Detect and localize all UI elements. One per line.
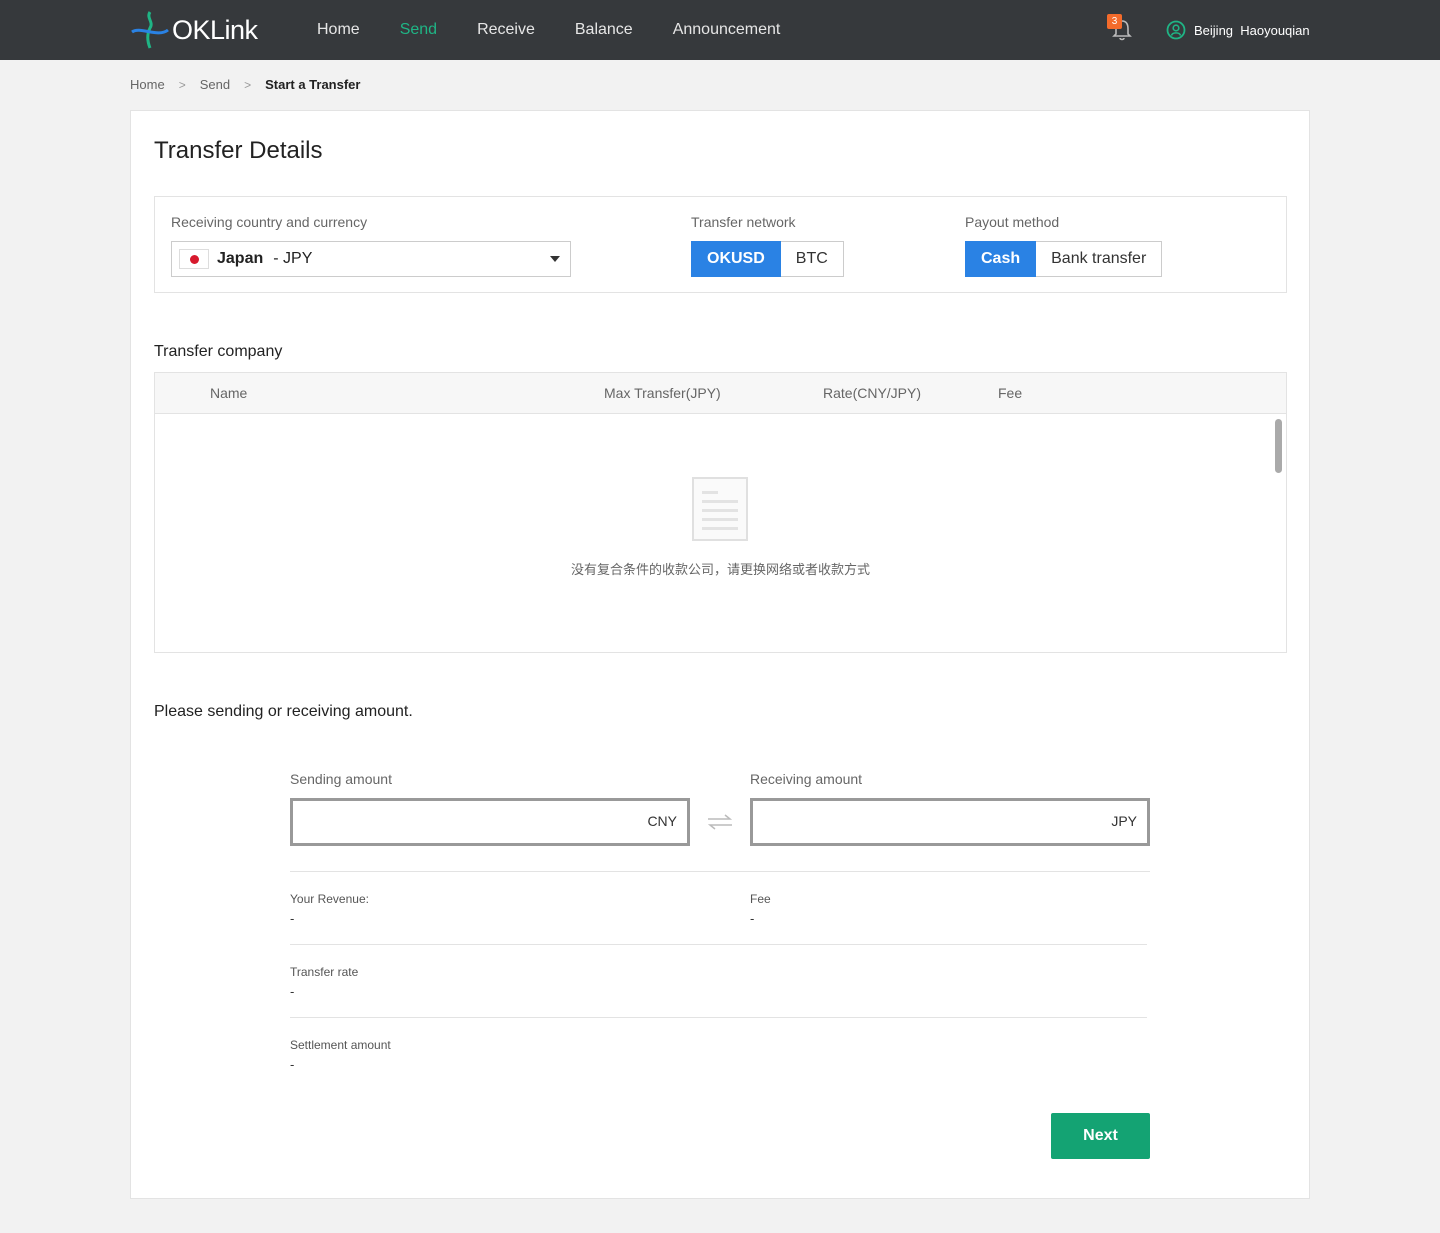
country-select[interactable]: Japan - JPY — [171, 241, 571, 277]
country-name: Japan — [217, 250, 264, 267]
next-button[interactable]: Next — [1051, 1113, 1150, 1159]
nav-balance[interactable]: Balance — [555, 0, 653, 60]
logo-text: OKLink — [172, 14, 258, 45]
settlement-row: Settlement amount - — [290, 1017, 1147, 1090]
company-section-title: Transfer company — [154, 343, 283, 360]
settlement-label: Settlement amount — [290, 1038, 391, 1052]
payout-bank-transfer-button[interactable]: Bank transfer — [1036, 241, 1163, 277]
notification-badge: 3 — [1107, 14, 1122, 29]
page-title: Transfer Details — [154, 137, 323, 164]
column-name: Name — [210, 385, 248, 401]
nav-receive[interactable]: Receive — [457, 0, 555, 60]
swap-arrows-icon[interactable] — [706, 813, 734, 831]
network-btc-button[interactable]: BTC — [780, 241, 844, 277]
breadcrumb-home[interactable]: Home — [130, 77, 165, 92]
nav-announcement[interactable]: Announcement — [653, 0, 801, 60]
revenue-value: - — [290, 911, 295, 926]
breadcrumb: Home > Send > Start a Transfer — [130, 77, 360, 92]
nav-send[interactable]: Send — [380, 0, 457, 60]
revenue-fee-row: Your Revenue: - Fee - — [290, 871, 1150, 944]
amount-section-title: Please sending or receiving amount. — [154, 703, 413, 720]
chevron-right-icon: > — [244, 77, 252, 92]
fee-value: - — [750, 911, 755, 926]
logo-icon — [131, 11, 169, 49]
sending-amount-input[interactable] — [293, 801, 633, 843]
caret-down-icon — [550, 256, 560, 262]
oklink-logo[interactable]: OKLink — [130, 10, 258, 50]
company-table: Name Max Transfer(JPY) Rate(CNY/JPY) Fee… — [154, 372, 1287, 653]
empty-document-icon — [692, 477, 748, 541]
country-label: Receiving country and currency — [171, 214, 368, 230]
breadcrumb-current: Start a Transfer — [265, 77, 361, 92]
receiving-currency: JPY — [1111, 813, 1137, 829]
transfer-settings: Receiving country and currency Japan - J… — [154, 196, 1287, 293]
payout-label: Payout method — [965, 214, 1060, 230]
settlement-value: - — [290, 1057, 295, 1072]
empty-state-text: 没有复合条件的收款公司，请更换网络或者收款方式 — [570, 562, 870, 577]
user-menu[interactable]: Beijing Haoyouqian — [1166, 20, 1310, 40]
rate-value: - — [290, 984, 295, 999]
network-toggle: OKUSD BTC — [691, 241, 844, 277]
column-fee: Fee — [998, 385, 1023, 401]
receiving-amount-label: Receiving amount — [750, 771, 863, 787]
main-nav: Home Send Receive Balance Announcement — [297, 0, 800, 60]
breadcrumb-send[interactable]: Send — [200, 77, 230, 92]
rate-row: Transfer rate - — [290, 944, 1147, 1017]
top-navbar: OKLink Home Send Receive Balance Announc… — [0, 0, 1440, 60]
sending-currency: CNY — [647, 813, 677, 829]
table-header: Name Max Transfer(JPY) Rate(CNY/JPY) Fee — [155, 373, 1286, 414]
receiving-amount-input[interactable] — [753, 801, 1093, 843]
sending-amount-field[interactable]: CNY — [290, 798, 690, 846]
table-scrollbar[interactable] — [1275, 419, 1282, 473]
transfer-panel: Transfer Details Receiving country and c… — [130, 110, 1310, 1199]
receiving-amount-field[interactable]: JPY — [750, 798, 1150, 846]
user-icon — [1166, 20, 1186, 40]
revenue-label: Your Revenue: — [290, 892, 369, 906]
payout-toggle: Cash Bank transfer — [965, 241, 1163, 277]
country-currency: - JPY — [273, 250, 313, 267]
chevron-right-icon: > — [178, 77, 186, 92]
nav-home[interactable]: Home — [297, 0, 380, 60]
sending-amount-label: Sending amount — [290, 771, 392, 787]
column-rate: Rate(CNY/JPY) — [823, 385, 922, 401]
column-max-transfer: Max Transfer(JPY) — [604, 385, 721, 401]
payout-cash-button[interactable]: Cash — [965, 241, 1037, 277]
fee-label: Fee — [750, 892, 771, 906]
network-label: Transfer network — [691, 214, 796, 230]
rate-label: Transfer rate — [290, 965, 359, 979]
japan-flag-icon — [179, 249, 209, 269]
user-name: Beijing Haoyouqian — [1194, 22, 1310, 38]
network-okusd-button[interactable]: OKUSD — [691, 241, 781, 277]
